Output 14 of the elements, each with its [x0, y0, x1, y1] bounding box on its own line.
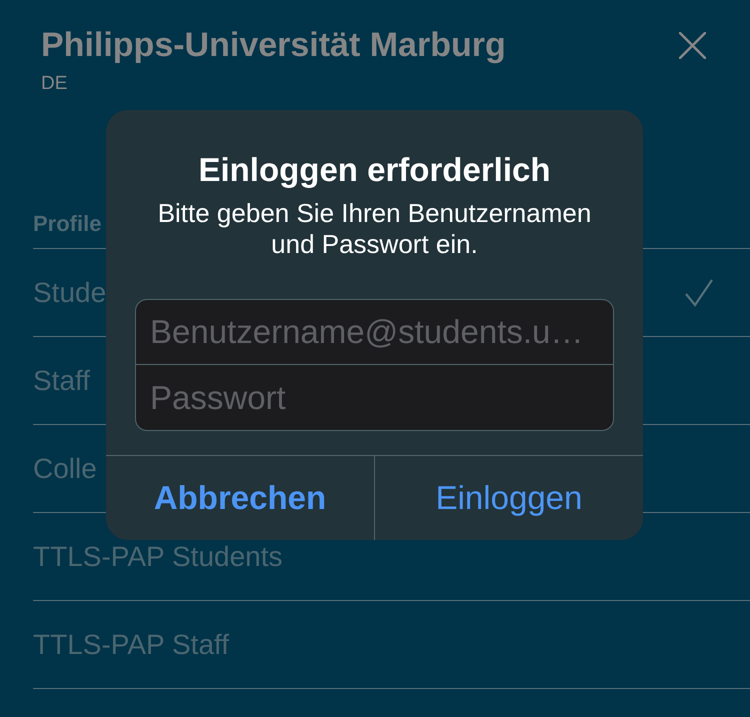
institution-title: Philipps-Universität Marburg — [41, 25, 506, 65]
text-field[interactable]: Benutzername@students.u… — [135, 299, 614, 365]
dialog-title: Einloggen erforderlich — [198, 152, 551, 188]
country-code: DE — [41, 72, 68, 96]
text-field[interactable]: Passwort — [135, 365, 614, 431]
profile-item[interactable]: TTLS-PAP Staff — [33, 630, 230, 658]
login-button[interactable]: Einloggen — [374, 456, 643, 540]
close-icon[interactable] — [679, 32, 706, 59]
profile-item[interactable]: Stude — [33, 278, 106, 306]
profile-item[interactable]: Colle — [33, 454, 97, 482]
profile-item[interactable]: TTLS-PAP Students — [33, 542, 283, 570]
profile-item[interactable]: Staff — [33, 366, 90, 394]
section-heading: Profile — [33, 212, 102, 236]
dialog-message: Bitte geben Sie Ihren Benutzernamen und Passwort ein. — [156, 198, 592, 260]
